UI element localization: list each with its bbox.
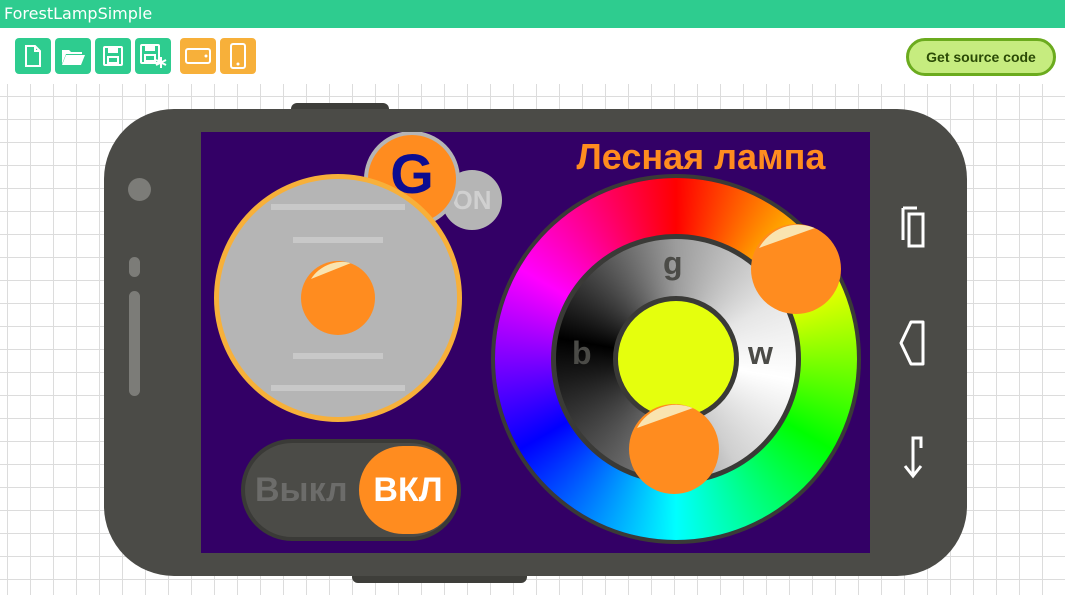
save-as-button[interactable] [135,38,171,74]
back-nav-icon[interactable] [893,318,933,368]
knob-handle[interactable] [301,261,375,335]
save-icon [103,46,123,66]
open-folder-icon [62,50,85,65]
phone-camera [128,178,151,201]
toggle-off-label[interactable]: Выкл [255,443,348,537]
phone-volume-button [129,291,140,396]
portrait-orientation-button[interactable] [220,38,256,74]
hue-handle[interactable] [751,224,841,314]
get-source-code-button[interactable]: Get source code [906,38,1056,76]
power-toggle[interactable]: Выкл ВКЛ [241,439,461,541]
portrait-orientation-icon [230,43,246,69]
home-nav-icon[interactable] [893,432,933,482]
new-file-icon [25,45,41,67]
save-button[interactable] [95,38,131,74]
open-file-button[interactable] [55,38,91,74]
white-handle[interactable] [629,404,719,494]
hue-color-wheel[interactable]: g b w [495,178,857,540]
knob-line [271,385,405,391]
landscape-orientation-icon [185,48,211,64]
app-title-bar: ForestLampSimple [0,0,1065,28]
app-title: ForestLampSimple [4,4,153,23]
knob-line [271,204,405,210]
knob-handle-shine [311,261,351,279]
rotary-knob[interactable] [214,174,462,422]
new-file-button[interactable] [15,38,51,74]
knob-line [293,353,383,359]
landscape-orientation-button[interactable] [180,38,216,74]
phone-side-button [129,257,140,277]
toggle-on-label[interactable]: ВКЛ [359,446,457,534]
ring-label-g: g [663,245,683,281]
save-as-icon [140,44,167,68]
ring-label-b: b [572,335,592,371]
hue-handle-shine [759,224,815,248]
ring-label-w: w [748,335,773,371]
white-handle-shine [637,404,693,428]
phone-screen: Лесная лампа ON G Выкл ВКЛ g b w [201,132,870,553]
toolbar: Get source code [0,28,1065,84]
knob-line [293,237,383,243]
recent-apps-icon[interactable] [893,204,933,254]
lamp-title: Лесная лампа [576,136,826,177]
